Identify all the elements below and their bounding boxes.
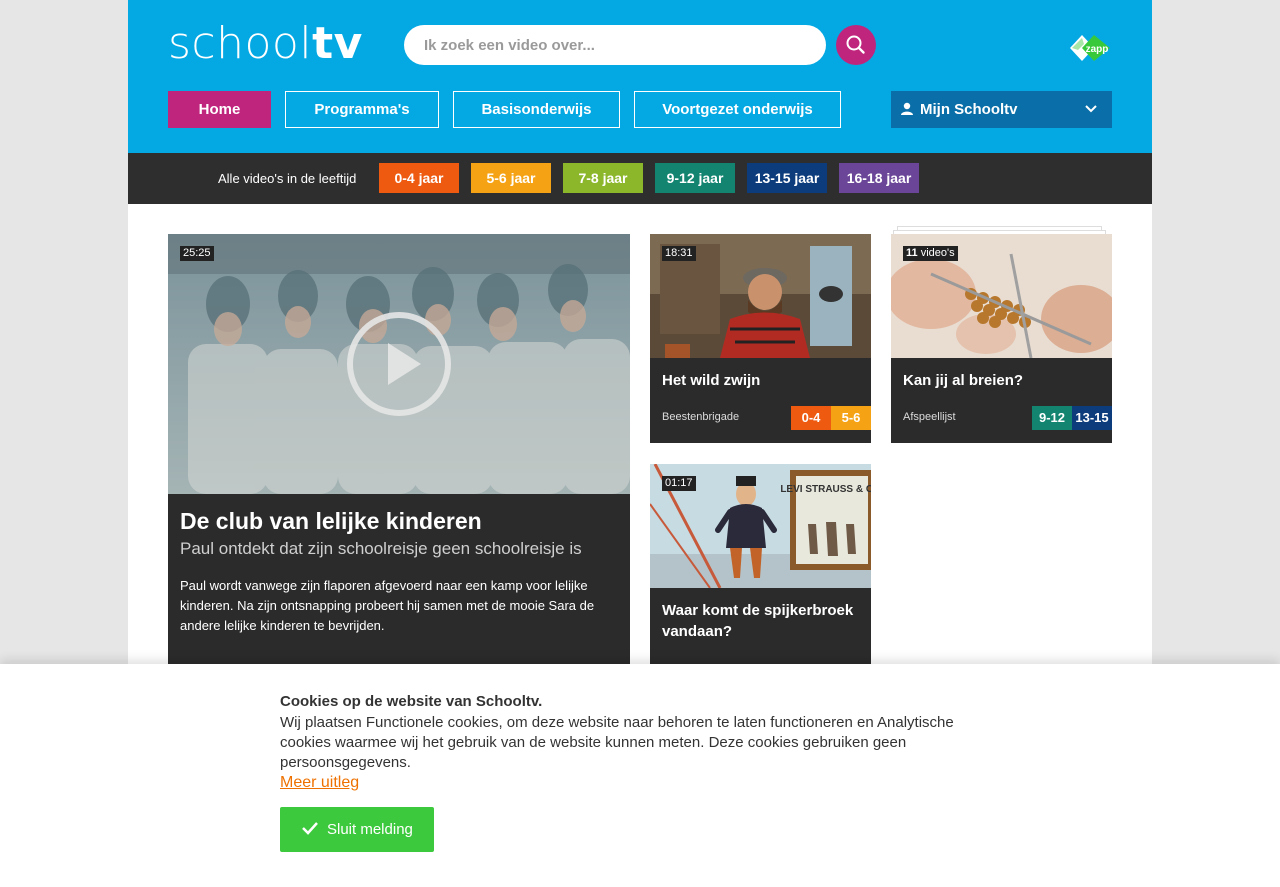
zapp-logo-text: zapp [1086,44,1109,55]
video-duration: 18:31 [662,246,696,261]
playlist-count-badge: 11 video's [903,246,958,261]
chevron-down-icon [1085,105,1097,113]
age-tag: 9-12 [1032,406,1072,430]
playlist-thumbnail[interactable]: 11 video's [891,234,1112,358]
search-box [404,25,826,65]
schooltv-logo[interactable]: schooltv [168,18,363,70]
nav-basisonderwijs[interactable]: Basisonderwijs [453,91,620,128]
age-tag: 0-4 [791,406,831,430]
search-input[interactable] [424,25,804,65]
logo-thin-text: school [168,18,313,69]
nav-programmas[interactable]: Programma's [285,91,439,128]
cookie-more-info-link[interactable]: Meer uitleg [280,774,359,792]
search-icon [846,35,865,54]
cookie-title: Cookies op de website van Schooltv. [280,693,543,710]
playlist-type-label: Afspeellijst [903,411,956,423]
featured-video-card[interactable]: 25:25 De club van lelijke kinderen Paul … [168,234,630,664]
nav-voortgezet-onderwijs[interactable]: Voortgezet onderwijs [634,91,841,128]
video-card[interactable]: LEVI STRAUSS & CO. 01:17 Waar komt de sp… [650,464,871,664]
nav-home[interactable]: Home [168,91,271,128]
mijn-schooltv-label: Mijn Schooltv [920,101,1018,118]
age-button-5-6[interactable]: 5-6 jaar [471,163,551,193]
close-cookie-button[interactable]: Sluit melding [280,807,434,852]
site-header: schooltv zapp Home Programma's Basisonde… [128,0,1152,153]
video-thumbnail[interactable]: LEVI STRAUSS & CO. 01:17 [650,464,871,588]
check-icon [302,822,318,835]
featured-description: Paul wordt vanwege zijn flaporen afgevoe… [180,578,595,633]
cookie-text: Wij plaatsen Functionele cookies, om dez… [280,714,954,771]
featured-title[interactable]: De club van lelijke kinderen [180,508,482,535]
age-tag: 5-6 [831,406,871,430]
playlist-count-label: video's [920,247,955,259]
age-button-13-15[interactable]: 13-15 jaar [747,163,827,193]
video-title[interactable]: Waar komt de spijkerbroek vandaan? [662,600,862,642]
featured-thumbnail[interactable]: 25:25 [168,234,630,494]
playlist-title[interactable]: Kan jij al breien? [903,370,1103,391]
search-button[interactable] [836,25,876,65]
zapp-logo-icon: zapp [1070,35,1110,61]
age-button-16-18[interactable]: 16-18 jaar [839,163,919,193]
levi-strauss-sign: LEVI STRAUSS & CO. [780,484,871,495]
cookie-banner: Cookies op de website van Schooltv. Wij … [0,664,1280,887]
close-cookie-label: Sluit melding [327,821,413,838]
featured-subtitle: Paul ontdekt dat zijn schoolreisje geen … [180,539,582,558]
age-button-7-8[interactable]: 7-8 jaar [563,163,643,193]
program-name[interactable]: Beestenbrigade [662,411,739,423]
video-card[interactable]: 18:31 Het wild zwijn Beestenbrigade 0-4 … [650,234,871,443]
zapp-logo[interactable]: zapp [1068,32,1112,64]
play-icon[interactable] [346,311,452,417]
user-icon [901,102,913,115]
age-button-9-12[interactable]: 9-12 jaar [655,163,735,193]
playlist-card[interactable]: 11 video's Kan jij al breien? Afspeellij… [891,234,1112,443]
playlist-count: 11 [906,247,918,259]
video-thumbnail[interactable]: 18:31 [650,234,871,358]
age-button-0-4[interactable]: 0-4 jaar [379,163,459,193]
mijn-schooltv-dropdown[interactable]: Mijn Schooltv [891,91,1112,128]
age-filter-bar: Alle video's in de leeftijd 0-4 jaar 5-6… [128,153,1152,204]
age-tag: 13-15 [1072,406,1112,430]
logo-bold-text: tv [312,18,363,69]
video-title[interactable]: Het wild zwijn [662,370,862,391]
video-duration: 01:17 [662,476,696,491]
age-filter-label: Alle video's in de leeftijd [218,171,357,186]
featured-duration: 25:25 [180,246,214,261]
